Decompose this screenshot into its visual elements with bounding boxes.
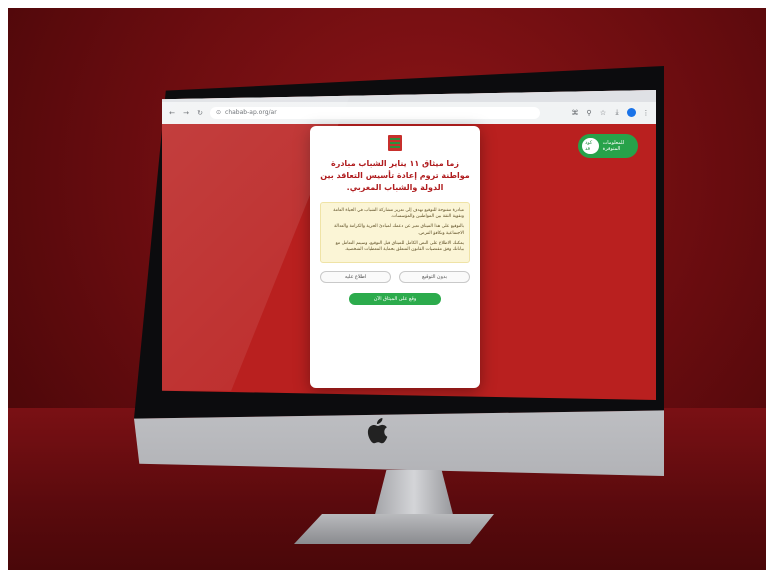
notice-paragraph: مبادرة مفتوحة للتوقيع تهدف إلى تعزيز مشا… (333, 208, 464, 220)
pill-badge: كود قد (582, 138, 599, 154)
charter-modal: زما ميثاق ١١ يناير الشباب مبادرة مواطنة … (310, 126, 480, 388)
star-icon[interactable]: ☆ (599, 109, 607, 117)
read-button[interactable]: اطلاع عليه (320, 271, 391, 284)
secondary-actions: بدون التوقيع اطلاع عليه (320, 271, 470, 284)
menu-icon[interactable]: ⋮ (642, 109, 650, 117)
stand-foot (294, 514, 494, 544)
info-pill-button[interactable]: كود قد للمعلومات المتوفرة (578, 134, 638, 158)
translate-icon[interactable]: ⌘ (571, 109, 579, 117)
charter-logo-icon (388, 135, 402, 151)
display-screen: ← → ↻ ⊙ chabab-ap.org/ar ⌘ ⚲ ☆ ⤓ ⋮ كود ق… (162, 90, 656, 400)
forward-arrow-icon[interactable]: → (182, 109, 190, 117)
notice-paragraph: يمكنك الاطلاع على النص الكامل للميثاق قب… (335, 240, 465, 253)
lock-icon: ⊙ (216, 108, 222, 116)
modal-title: زما ميثاق ١١ يناير الشباب مبادرة مواطنة … (320, 159, 470, 192)
download-icon[interactable]: ⤓ (613, 108, 621, 117)
toolbar-actions: ⌘ ⚲ ☆ ⤓ ⋮ (571, 108, 650, 117)
info-notice: مبادرة مفتوحة للتوقيع تهدف إلى تعزيز مشا… (320, 202, 470, 264)
notice-paragraph: بالتوقيع على هذا الميثاق تعبر عن دعمك لم… (334, 224, 464, 236)
address-url: chabab-ap.org/ar (225, 108, 277, 116)
address-bar[interactable]: ⊙ chabab-ap.org/ar (210, 106, 540, 119)
profile-avatar[interactable] (627, 108, 636, 117)
apple-logo-icon (367, 418, 388, 444)
sign-charter-button[interactable]: وقع على الميثاق الآن (349, 293, 441, 306)
toolbar: ← → ↻ ⊙ chabab-ap.org/ar ⌘ ⚲ ☆ ⤓ ⋮ (168, 105, 650, 120)
reload-icon[interactable]: ↻ (196, 109, 204, 117)
decline-button[interactable]: بدون التوقيع (399, 271, 470, 284)
back-arrow-icon[interactable]: ← (168, 109, 176, 117)
pill-label: للمعلومات المتوفرة (602, 140, 625, 152)
search-icon[interactable]: ⚲ (585, 109, 593, 117)
photo-background: ← → ↻ ⊙ chabab-ap.org/ar ⌘ ⚲ ☆ ⤓ ⋮ كود ق… (8, 8, 766, 570)
